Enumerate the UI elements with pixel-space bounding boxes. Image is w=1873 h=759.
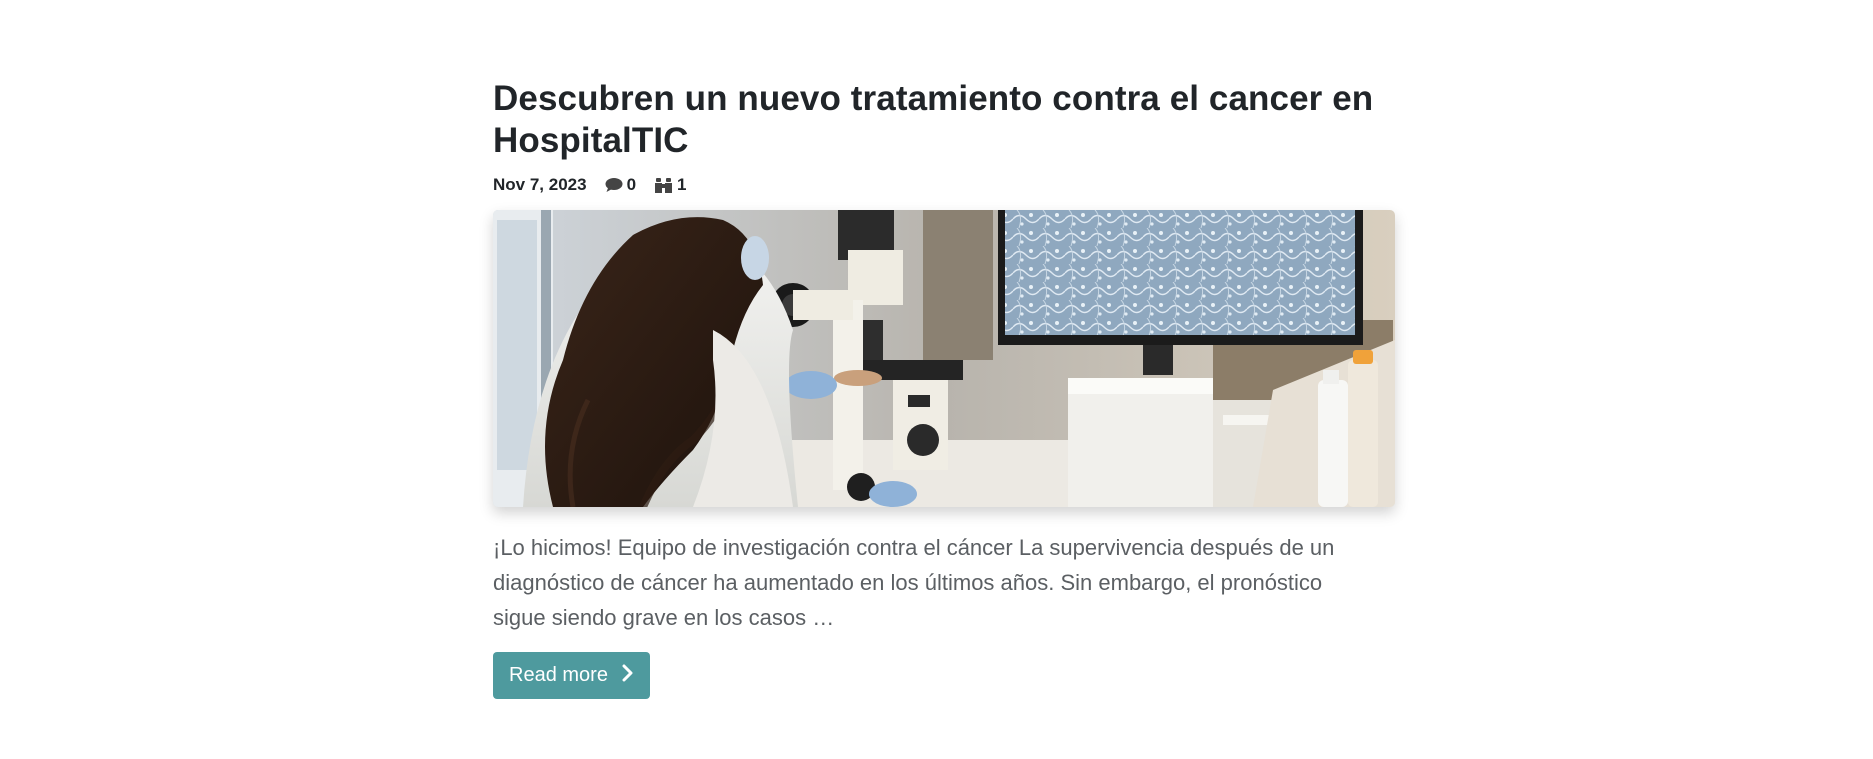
binoculars-icon xyxy=(654,177,673,194)
chevron-right-icon xyxy=(622,664,633,688)
read-more-label: Read more xyxy=(509,664,608,686)
views-count: 1 xyxy=(654,175,687,195)
blog-post: Descubren un nuevo tratamiento contra el… xyxy=(493,78,1395,699)
post-date: Nov 7, 2023 xyxy=(493,175,587,194)
comments-count[interactable]: 0 xyxy=(605,175,636,195)
post-title[interactable]: Descubren un nuevo tratamiento contra el… xyxy=(493,78,1395,162)
views-count-value: 1 xyxy=(677,175,687,194)
comment-icon xyxy=(605,177,623,193)
post-image[interactable] xyxy=(493,210,1395,507)
read-more-button[interactable]: Read more xyxy=(493,652,650,699)
post-meta: Nov 7, 2023 0 1 xyxy=(493,173,1395,197)
post-excerpt: ¡Lo hicimos! Equipo de investigación con… xyxy=(493,535,1335,630)
comments-count-value: 0 xyxy=(626,175,637,194)
lab-photo xyxy=(493,210,1395,507)
